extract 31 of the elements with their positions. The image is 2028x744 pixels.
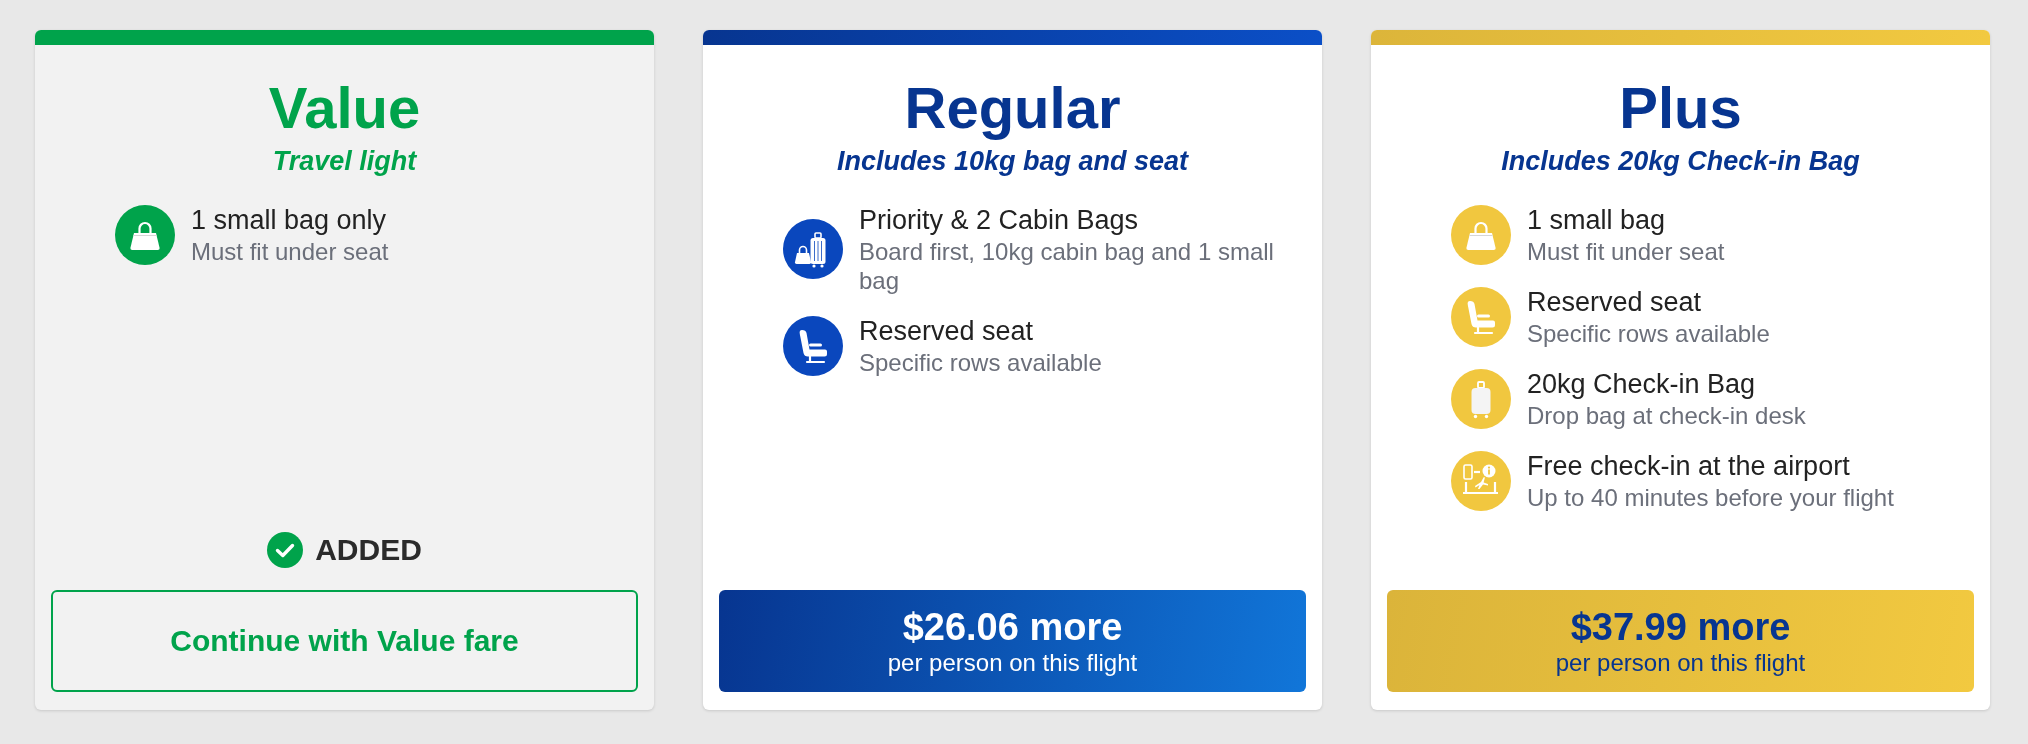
feature-description: Up to 40 minutes before your flight bbox=[1527, 483, 1894, 512]
added-label: ADDED bbox=[315, 532, 422, 568]
suitcase-icon bbox=[1451, 368, 1511, 429]
feature-title: Reserved seat bbox=[859, 315, 1034, 348]
feature-title: 20kg Check-in Bag bbox=[1527, 368, 1756, 401]
handbag-icon bbox=[115, 204, 175, 265]
seat-icon bbox=[783, 315, 843, 376]
fare-title: Value bbox=[268, 75, 421, 141]
feature-title: Reserved seat bbox=[1527, 286, 1702, 319]
feature-description: Board first, 10kg cabin bag and 1 small bag bbox=[859, 237, 1275, 295]
feature-title: 1 small bag bbox=[1527, 204, 1666, 237]
seat-icon bbox=[1451, 286, 1511, 347]
feature-description: Must fit under seat bbox=[191, 237, 389, 266]
fare-title: Plus bbox=[1619, 75, 1742, 141]
feature-description: Specific rows available bbox=[859, 348, 1102, 377]
feature-title: 1 small bag only bbox=[191, 204, 387, 237]
fare-tagline: Includes 20kg Check-in Bag bbox=[1501, 145, 1860, 178]
feature-description: Specific rows available bbox=[1527, 319, 1770, 348]
check-icon bbox=[267, 532, 304, 568]
fare-title: Regular bbox=[904, 75, 1121, 141]
check-in-desk-icon bbox=[1451, 450, 1511, 511]
feature-title: Priority & 2 Cabin Bags bbox=[859, 204, 1139, 237]
price-button[interactable]: $26.06 more per person on this flight bbox=[719, 590, 1306, 692]
feature-description: Must fit under seat bbox=[1527, 237, 1725, 266]
fare-tagline: Travel light bbox=[272, 145, 417, 178]
handbag-and-suitcase-icon bbox=[783, 219, 843, 279]
feature-description: Drop bag at check-in desk bbox=[1527, 401, 1806, 430]
handbag-icon bbox=[1451, 204, 1511, 265]
feature-title: Free check-in at the airport bbox=[1527, 450, 1850, 483]
fare-tagline: Includes 10kg bag and seat bbox=[836, 145, 1189, 178]
price-button[interactable]: $37.99 more per person on this flight bbox=[1387, 590, 1974, 692]
